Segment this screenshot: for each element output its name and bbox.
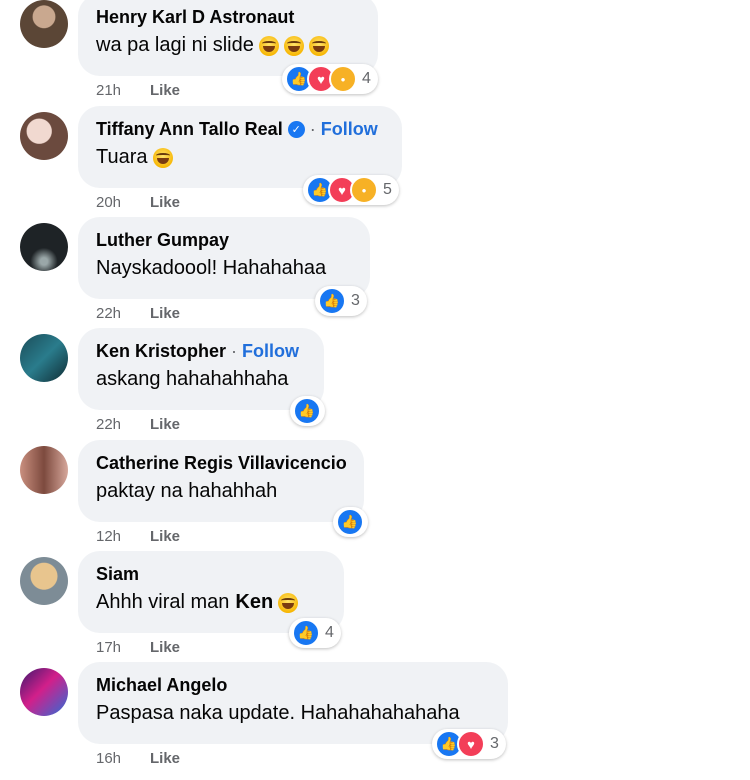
- like-button[interactable]: Like: [150, 194, 180, 211]
- author-row: Ken Kristopher · Follow: [96, 338, 304, 364]
- comment: Michael Angelo Paspasa naka update. Hahah…: [0, 662, 750, 780]
- like-icon: 👍: [293, 397, 321, 425]
- comment-text: Paspasa naka update. Hahahahahahaha: [96, 702, 460, 724]
- comment-text: paktay na hahahhah: [96, 480, 278, 502]
- reaction-count: 3: [490, 735, 499, 752]
- reaction-count: 5: [383, 181, 392, 198]
- laughing-emoji-icon: [258, 35, 279, 56]
- comment-meta: 21h Like: [96, 82, 180, 99]
- comment-text-row: wa pa lagi ni slide: [96, 34, 358, 57]
- care-icon: •: [350, 176, 378, 204]
- comment-meta: 16h Like: [96, 750, 180, 767]
- like-icon: 👍: [336, 508, 364, 536]
- comment-text-row: askang hahahahhaha: [96, 368, 304, 391]
- mention-link[interactable]: Ken: [235, 591, 273, 614]
- author-row: Tiffany Ann Tallo Real ✓ · Follow: [96, 116, 382, 142]
- like-button[interactable]: Like: [150, 528, 180, 545]
- like-button[interactable]: Like: [150, 639, 180, 656]
- comment: Luther Gumpay Nayskadoool! Hahahahaa 👍 3 22h…: [0, 217, 750, 335]
- laughing-emoji-icon: [152, 147, 173, 168]
- comment: Siam Ahhh viral man Ken 👍 4 17h Like: [0, 551, 750, 669]
- comment-text-row: Ahhh viral man Ken: [96, 591, 324, 614]
- avatar[interactable]: [20, 446, 68, 494]
- comment: Catherine Regis Villavicencio paktay na h…: [0, 440, 750, 558]
- author-row: Luther Gumpay: [96, 227, 350, 253]
- timestamp[interactable]: 16h: [96, 750, 150, 767]
- author-name[interactable]: Siam: [96, 564, 139, 585]
- reactions-summary[interactable]: 👍 ♥ • 5: [303, 175, 399, 205]
- comment: Henry Karl D Astronaut wa pa lagi ni slid…: [0, 0, 750, 112]
- reaction-count: 4: [325, 624, 334, 641]
- comment-list: Henry Karl D Astronaut wa pa lagi ni slid…: [0, 0, 750, 775]
- like-button[interactable]: Like: [150, 416, 180, 433]
- author-row: Henry Karl D Astronaut: [96, 4, 358, 30]
- separator-dot: ·: [309, 118, 316, 139]
- follow-link[interactable]: Follow: [321, 119, 378, 140]
- timestamp[interactable]: 17h: [96, 639, 150, 656]
- wow-icon: •: [329, 65, 357, 93]
- avatar[interactable]: [20, 112, 68, 160]
- comment-bubble: Ken Kristopher · Follow askang hahahahhaha: [78, 328, 324, 410]
- avatar[interactable]: [20, 557, 68, 605]
- like-button[interactable]: Like: [150, 82, 180, 99]
- comment-text-row: paktay na hahahhah: [96, 480, 344, 503]
- author-name[interactable]: Henry Karl D Astronaut: [96, 7, 294, 28]
- comment: Ken Kristopher · Follow askang hahahahhaha 👍…: [0, 328, 750, 446]
- comment-meta: 20h Like: [96, 194, 180, 211]
- author-row: Catherine Regis Villavicencio: [96, 450, 347, 476]
- comment-text-row: Tuara: [96, 146, 382, 169]
- reactions-summary[interactable]: 👍 4: [289, 618, 341, 648]
- reactions-summary[interactable]: 👍: [290, 396, 325, 426]
- timestamp[interactable]: 21h: [96, 82, 150, 99]
- avatar[interactable]: [20, 668, 68, 716]
- comment-text: askang hahahahhaha: [96, 368, 289, 390]
- verified-badge-icon: ✓: [287, 120, 305, 138]
- follow-link[interactable]: Follow: [242, 341, 299, 362]
- comment-text-row: Paspasa naka update. Hahahahahahaha: [96, 702, 488, 725]
- separator-dot: ·: [231, 340, 238, 361]
- love-icon: ♥: [457, 730, 485, 758]
- author-row: Michael Angelo: [96, 672, 488, 698]
- reactions-summary[interactable]: 👍 ♥ • 4: [282, 64, 378, 94]
- reaction-count: 4: [362, 70, 371, 87]
- timestamp[interactable]: 22h: [96, 305, 150, 322]
- laughing-emoji-icon: [283, 35, 304, 56]
- laughing-emoji-icon: [308, 35, 329, 56]
- reaction-count: 3: [351, 292, 360, 309]
- like-button[interactable]: Like: [150, 305, 180, 322]
- comment-text-row: Nayskadoool! Hahahahaa: [96, 257, 350, 280]
- author-row: Siam: [96, 561, 324, 587]
- like-icon: 👍: [292, 619, 320, 647]
- avatar[interactable]: [20, 223, 68, 271]
- reactions-summary[interactable]: 👍 ♥ 3: [432, 729, 506, 759]
- author-name[interactable]: Ken Kristopher: [96, 341, 226, 362]
- comment-meta: 17h Like: [96, 639, 180, 656]
- author-name[interactable]: Michael Angelo: [96, 675, 227, 696]
- like-button[interactable]: Like: [150, 750, 180, 767]
- comment-text: Ahhh viral man: [96, 591, 230, 613]
- comment-text: Nayskadoool! Hahahahaa: [96, 257, 327, 279]
- timestamp[interactable]: 20h: [96, 194, 150, 211]
- comment-bubble: Catherine Regis Villavicencio paktay na h…: [78, 440, 364, 522]
- laughing-emoji-icon: [278, 592, 299, 613]
- comment-text: Tuara: [96, 146, 148, 168]
- author-name[interactable]: Luther Gumpay: [96, 230, 229, 251]
- comment: Tiffany Ann Tallo Real ✓ · Follow Tuara 👍 ♥ • 5 2…: [0, 106, 750, 224]
- reactions-summary[interactable]: 👍 3: [315, 286, 367, 316]
- comment-meta: 22h Like: [96, 416, 180, 433]
- author-name[interactable]: Catherine Regis Villavicencio: [96, 453, 347, 474]
- like-icon: 👍: [318, 287, 346, 315]
- comment-text: wa pa lagi ni slide: [96, 34, 254, 56]
- timestamp[interactable]: 22h: [96, 416, 150, 433]
- avatar[interactable]: [20, 334, 68, 382]
- author-name[interactable]: Tiffany Ann Tallo Real: [96, 119, 283, 140]
- comment-meta: 12h Like: [96, 528, 180, 545]
- reactions-summary[interactable]: 👍: [333, 507, 368, 537]
- comment-meta: 22h Like: [96, 305, 180, 322]
- timestamp[interactable]: 12h: [96, 528, 150, 545]
- avatar[interactable]: [20, 0, 68, 48]
